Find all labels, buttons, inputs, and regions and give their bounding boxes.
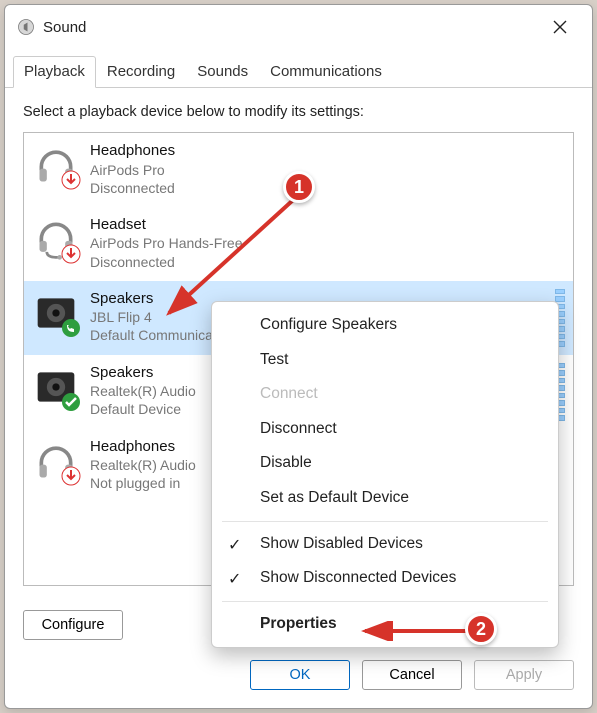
ctx-show-disabled[interactable]: ✓ Show Disabled Devices: [212, 527, 558, 562]
device-state: Disconnected: [90, 179, 175, 197]
device-name: Headphones: [90, 437, 196, 457]
device-row[interactable]: Headphones AirPods Pro Disconnected: [24, 133, 573, 207]
device-name: Headset: [90, 215, 243, 235]
device-name: Headphones: [90, 141, 175, 161]
device-subtitle: Realtek(R) Audio: [90, 382, 196, 400]
tab-sounds[interactable]: Sounds: [186, 56, 259, 88]
instruction-text: Select a playback device below to modify…: [23, 104, 574, 120]
disconnected-badge-icon: [61, 170, 81, 190]
ctx-disconnect[interactable]: Disconnect: [212, 412, 558, 447]
default-comm-badge-icon: [61, 318, 81, 338]
sound-icon: [17, 18, 35, 36]
ctx-set-default[interactable]: Set as Default Device: [212, 481, 558, 516]
speaker-icon: [34, 365, 78, 409]
titlebar: Sound: [5, 5, 592, 49]
headset-icon: [34, 217, 78, 261]
check-icon: ✓: [228, 570, 241, 589]
default-badge-icon: [61, 392, 81, 412]
device-state: Disconnected: [90, 253, 243, 271]
device-state: Default Device: [90, 400, 196, 418]
ctx-disable[interactable]: Disable: [212, 446, 558, 481]
configure-button[interactable]: Configure: [23, 610, 123, 640]
close-button[interactable]: [540, 13, 580, 41]
ctx-properties[interactable]: Properties: [212, 607, 558, 642]
device-name: Speakers: [90, 363, 196, 383]
headphones-icon: [34, 143, 78, 187]
check-icon: ✓: [228, 536, 241, 555]
device-subtitle: AirPods Pro Hands-Free: [90, 234, 243, 252]
ctx-show-disconnected[interactable]: ✓ Show Disconnected Devices: [212, 561, 558, 596]
context-menu: Configure Speakers Test Connect Disconne…: [211, 301, 559, 648]
device-subtitle: Realtek(R) Audio: [90, 456, 196, 474]
dialog-footer: OK Cancel Apply: [5, 640, 592, 708]
sound-dialog: Sound Playback Recording Sounds Communic…: [4, 4, 593, 709]
ctx-separator: [222, 601, 548, 602]
unplugged-badge-icon: [61, 466, 81, 486]
speaker-icon: [34, 291, 78, 335]
tab-strip: Playback Recording Sounds Communications: [5, 55, 592, 88]
ctx-configure-speakers[interactable]: Configure Speakers: [212, 308, 558, 343]
window-title: Sound: [43, 19, 86, 36]
ctx-label: Show Disconnected Devices: [260, 569, 456, 586]
ctx-label: Show Disabled Devices: [260, 535, 423, 552]
tab-playback[interactable]: Playback: [13, 56, 96, 88]
ctx-test[interactable]: Test: [212, 343, 558, 378]
apply-button[interactable]: Apply: [474, 660, 574, 690]
device-state: Not plugged in: [90, 474, 196, 492]
cancel-button[interactable]: Cancel: [362, 660, 462, 690]
ctx-connect: Connect: [212, 377, 558, 412]
tab-communications[interactable]: Communications: [259, 56, 393, 88]
headphones-icon: [34, 439, 78, 483]
tab-recording[interactable]: Recording: [96, 56, 186, 88]
device-row[interactable]: Headset AirPods Pro Hands-Free Disconnec…: [24, 207, 573, 281]
device-subtitle: AirPods Pro: [90, 161, 175, 179]
ok-button[interactable]: OK: [250, 660, 350, 690]
ctx-separator: [222, 521, 548, 522]
disconnected-badge-icon: [61, 244, 81, 264]
